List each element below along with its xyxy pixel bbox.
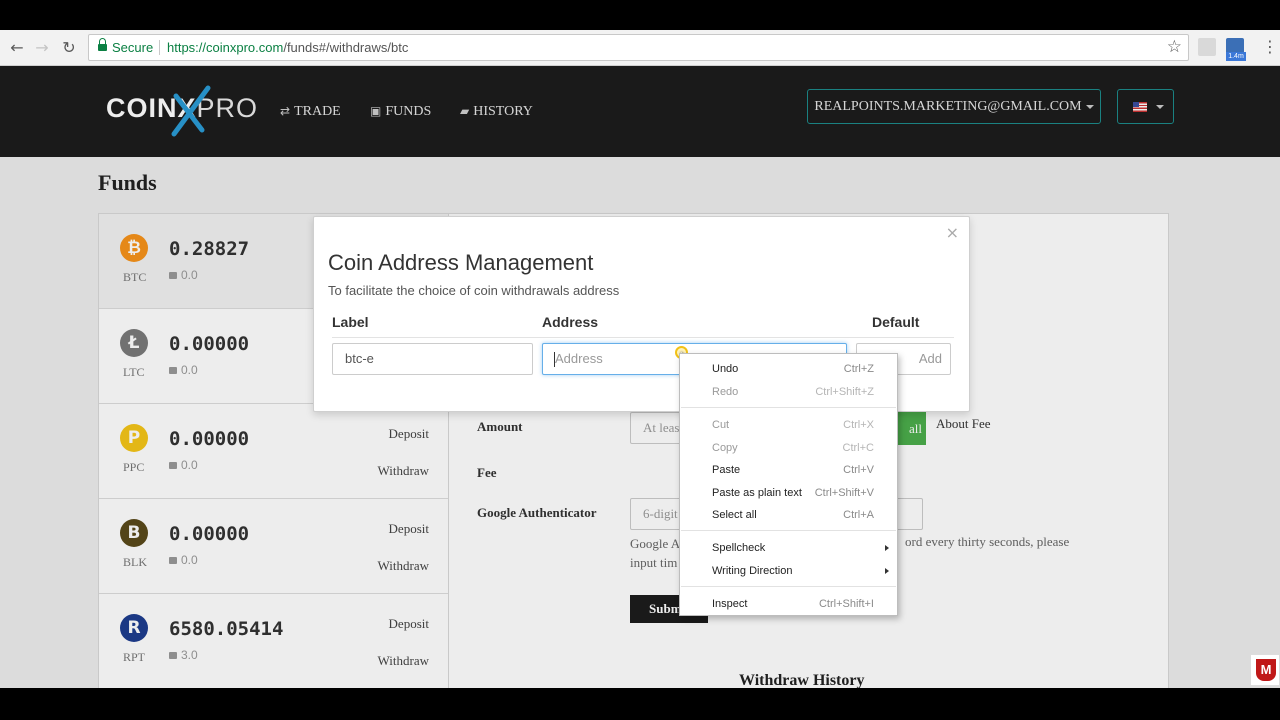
extension-badge: 1.4m [1226,52,1246,61]
ctx-separator [681,586,896,587]
ctx-label: Undo [712,363,739,375]
ctx-spellcheck[interactable]: Spellcheck [680,537,897,559]
ctx-label: Spellcheck [712,542,766,554]
url-host: https://coinxpro.com [167,40,284,55]
context-menu: Undo Ctrl+Z Redo Ctrl+Shift+Z Cut Ctrl+X Co… [679,353,898,616]
ctx-label: Paste as plain text [712,487,802,499]
page-content: COINXPRO ⇄ TRADE ▣ FUNDS ▰ HISTORY REALPOIN… [0,66,1280,688]
ctx-shortcut: Ctrl+Shift+I [818,598,874,610]
secure-label: Secure [112,40,154,55]
default-column-header: Default [872,314,920,330]
close-icon[interactable]: × [946,223,959,242]
label-column-header: Label [332,314,369,330]
ctx-cut[interactable]: Cut Ctrl+X [680,414,897,436]
ctx-inspect[interactable]: Inspect Ctrl+Shift+I [680,593,897,615]
ctx-paste[interactable]: Paste Ctrl+V [680,459,897,481]
address-bar[interactable]: Secure https://coinxpro.com/funds#/withd… [88,34,1189,61]
submenu-arrow-icon [885,545,889,551]
pdf-extension-icon[interactable] [1198,38,1216,56]
ctx-separator [681,530,896,531]
back-icon[interactable]: ← [7,38,27,58]
ctx-separator [681,407,896,408]
ctx-undo[interactable]: Undo Ctrl+Z [680,358,897,380]
forward-icon[interactable]: → [32,38,52,58]
ctx-label: Redo [712,386,739,398]
address-column-header: Address [542,314,599,330]
ctx-label: Inspect [712,598,748,610]
mcafee-shield-icon: M [1256,659,1276,681]
bookmark-star-icon[interactable]: ☆ [1167,35,1182,60]
bottom-bar [0,688,1280,720]
reload-icon[interactable]: ↻ [59,38,79,58]
ctx-label: Select all [712,509,757,521]
ctx-label: Copy [712,442,738,454]
ctx-shortcut: Ctrl+Z [843,363,874,375]
ctx-shortcut: Ctrl+X [843,419,874,431]
url-text[interactable]: https://coinxpro.com/funds#/withdraws/bt… [167,35,408,60]
ctx-select-all[interactable]: Select all Ctrl+A [680,504,897,526]
address-placeholder: Address [555,351,603,366]
submenu-arrow-icon [885,568,889,574]
ctx-shortcut: Ctrl+V [843,464,874,476]
ctx-shortcut: Ctrl+A [843,509,874,521]
ctx-copy[interactable]: Copy Ctrl+C [680,437,897,459]
modal-title: Coin Address Management [328,250,594,275]
ctx-paste-plain[interactable]: Paste as plain text Ctrl+Shift+V [680,482,897,504]
lock-icon [98,38,107,53]
table-divider [332,337,954,338]
ctx-shortcut: Ctrl+Shift+Z [815,386,874,398]
ctx-label: Cut [712,419,730,431]
mcafee-badge[interactable]: M [1250,654,1280,686]
window-title-bar [0,0,1280,30]
ctx-shortcut: Ctrl+C [842,442,874,454]
ctx-shortcut: Ctrl+Shift+V [814,487,874,499]
browser-menu-icon[interactable]: ⋮ [1262,37,1278,56]
label-input[interactable]: btc-e [332,343,533,375]
ctx-redo[interactable]: Redo Ctrl+Shift+Z [680,381,897,403]
url-separator [159,40,160,55]
url-path: /funds#/withdraws/btc [283,40,409,55]
modal-subtitle: To facilitate the choice of coin withdra… [328,283,620,298]
ctx-label: Paste [712,464,741,476]
browser-toolbar: ← → ↻ Secure https://coinxpro.com/funds#… [0,30,1280,66]
ctx-label: Writing Direction [712,565,793,577]
text-cursor [554,352,555,367]
ctx-writing-direction[interactable]: Writing Direction [680,560,897,582]
